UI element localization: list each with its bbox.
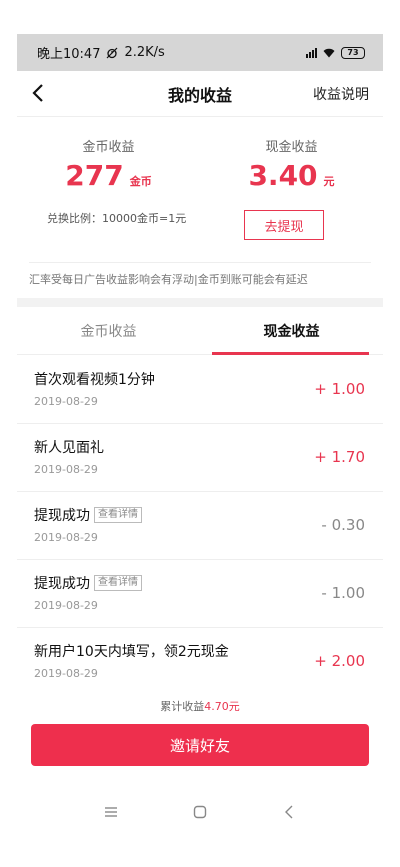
tab-coin-earnings[interactable]: 金币收益 [17, 307, 200, 354]
record-amount: + 1.00 [314, 380, 365, 398]
list-item: 提现成功 查看详情 2019-08-29 - 0.30 [17, 492, 383, 560]
back-arrow-icon[interactable] [27, 81, 51, 105]
status-bar: 晚上10:47 2.2K/s 73 [17, 34, 383, 71]
network-speed: 2.2K/s [124, 45, 165, 60]
alarm-icon [107, 47, 118, 58]
coin-earnings-label: 金币收益 [82, 140, 135, 155]
withdraw-button[interactable]: 去提现 [244, 210, 324, 240]
system-nav-bar [17, 794, 383, 830]
cash-earnings-unit: 元 [323, 175, 335, 188]
record-amount: + 1.70 [314, 448, 365, 466]
nav-bar: 我的收益 收益说明 [17, 71, 383, 117]
status-time: 晚上10:47 [37, 47, 101, 62]
rate-notice: 汇率受每日广告收益影响会有浮动|金币到账可能会有延迟 [29, 262, 371, 294]
total-earnings-label: 累计收益 [160, 700, 205, 713]
total-earnings-value: 4.70元 [204, 700, 240, 713]
list-item: 首次观看视频1分钟 2019-08-29 + 1.00 [17, 356, 383, 424]
list-item: 新用户10天内填写，领2元现金 2019-08-29 + 2.00 [17, 628, 383, 696]
record-date: 2019-08-29 [34, 531, 98, 544]
cash-earnings-label: 现金收益 [265, 140, 318, 155]
total-earnings: 累计收益4.70元 [17, 698, 383, 714]
record-amount: - 0.30 [321, 516, 365, 534]
invite-friends-button[interactable]: 邀请好友 [31, 724, 369, 766]
record-title: 新人见面礼 [34, 440, 104, 456]
cash-earnings: 现金收益 3.40 元 [200, 136, 383, 199]
battery-icon: 73 [341, 46, 365, 59]
list-item: 新人见面礼 2019-08-29 + 1.70 [17, 424, 383, 492]
list-item: 提现成功 查看详情 2019-08-29 - 1.00 [17, 560, 383, 628]
earnings-info-link[interactable]: 收益说明 [313, 84, 369, 104]
coin-earnings-unit: 金币 [129, 175, 152, 188]
earnings-list: 首次观看视频1分钟 2019-08-29 + 1.00 新人见面礼 2019-0… [17, 356, 383, 696]
cash-earnings-amount: 3.40 [248, 159, 318, 192]
record-amount: + 2.00 [314, 652, 365, 670]
view-details-link[interactable]: 查看详情 [94, 507, 142, 523]
earnings-summary: 金币收益 277 金币 现金收益 3.40 元 兑换比例：10000金币=1元 去提… [17, 118, 383, 298]
app-frame: 晚上10:47 2.2K/s 73 我的收益 收益说明 金币收益 277 金币 现… [17, 34, 383, 852]
record-title: 首次观看视频1分钟 [34, 372, 155, 388]
back-nav-icon[interactable] [274, 800, 304, 824]
menu-icon[interactable] [96, 800, 126, 824]
record-title: 提现成功 [34, 576, 90, 592]
home-icon[interactable] [185, 800, 215, 824]
record-title: 新用户10天内填写，领2元现金 [34, 644, 229, 660]
record-date: 2019-08-29 [34, 599, 98, 612]
exchange-ratio: 兑换比例：10000金币=1元 [47, 212, 187, 225]
tab-cash-earnings[interactable]: 现金收益 [200, 307, 383, 355]
coin-earnings: 金币收益 277 金币 [17, 136, 200, 199]
earnings-tabs: 金币收益 现金收益 [17, 307, 383, 355]
record-amount: - 1.00 [321, 584, 365, 602]
section-divider [17, 298, 383, 307]
signal-icon [306, 47, 317, 58]
coin-earnings-amount: 277 [65, 159, 124, 192]
view-details-link[interactable]: 查看详情 [94, 575, 142, 591]
record-title: 提现成功 [34, 508, 90, 524]
wifi-icon [323, 48, 335, 57]
